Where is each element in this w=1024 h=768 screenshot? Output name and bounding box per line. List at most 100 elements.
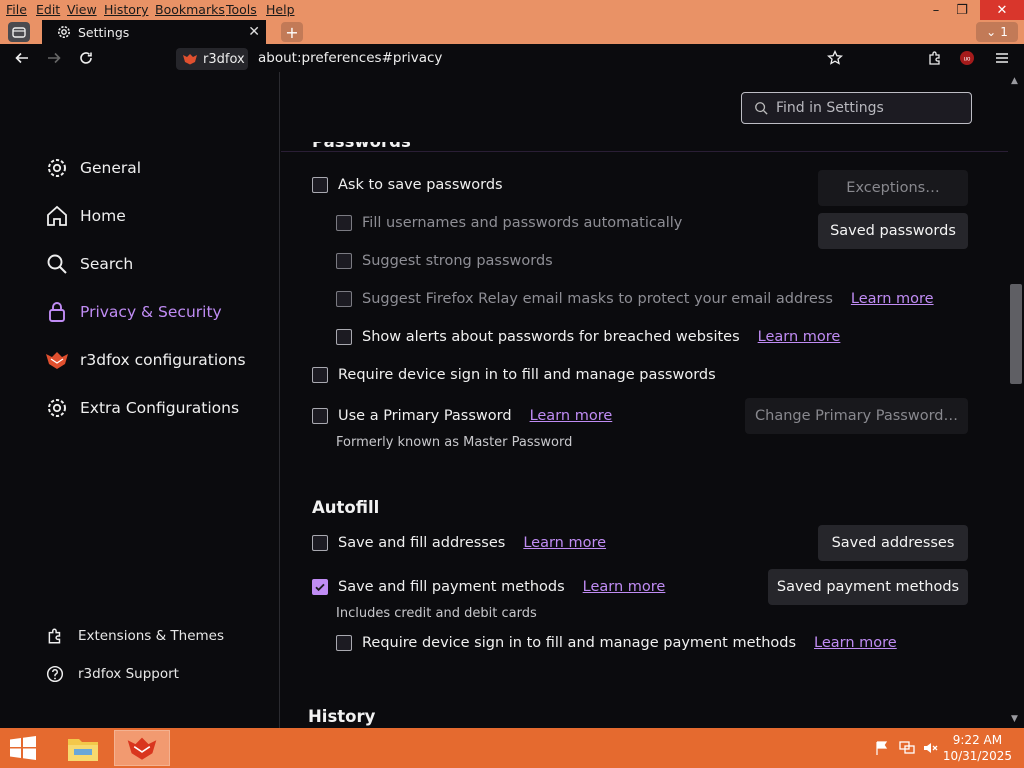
saved-addresses-button[interactable]: Saved addresses: [818, 525, 968, 561]
relay-label[interactable]: Suggest Firefox Relay email masks to pro…: [362, 291, 833, 307]
extensions-button[interactable]: [925, 48, 945, 68]
relay-learn-more-link[interactable]: Learn more: [851, 291, 934, 307]
menu-bar: File Edit View History Bookmarks Tools H…: [0, 0, 1024, 20]
windows-taskbar: 9:22 AM 10/31/2025: [0, 728, 1024, 768]
close-tab-icon[interactable]: ✕: [248, 24, 260, 40]
category-general[interactable]: General: [44, 154, 141, 182]
primary-password-label[interactable]: Use a Primary Password: [338, 408, 512, 424]
ask-save-passwords-label[interactable]: Ask to save passwords: [338, 177, 503, 193]
category-extra-configurations[interactable]: Extra Configurations: [44, 394, 239, 422]
payment-checkbox[interactable]: [312, 579, 328, 595]
home-icon: [44, 203, 70, 229]
addresses-checkbox[interactable]: [312, 535, 328, 551]
search-placeholder: Find in Settings: [776, 100, 884, 116]
addresses-label[interactable]: Save and fill addresses: [338, 535, 505, 551]
addresses-learn-more-link[interactable]: Learn more: [523, 535, 606, 551]
scroll-thumb[interactable]: [1010, 284, 1022, 384]
settings-content: Find in Settings Passwords Ask to save p…: [281, 72, 1008, 728]
support-link[interactable]: r3dfox Support: [46, 665, 179, 683]
puzzle-icon: [929, 51, 940, 65]
fill-auto-row: Fill usernames and passwords automatical…: [336, 215, 682, 231]
volume-muted-icon[interactable]: [922, 740, 938, 759]
scroll-up-icon[interactable]: ▲: [1011, 76, 1018, 86]
payment-label[interactable]: Save and fill payment methods: [338, 579, 565, 595]
breach-alerts-checkbox[interactable]: [336, 329, 352, 345]
identity-label: r3dfox: [203, 51, 245, 67]
primary-password-row: Use a Primary Password Learn more: [312, 408, 612, 424]
close-window-button[interactable]: ✕: [980, 0, 1024, 20]
addresses-row: Save and fill addresses Learn more: [312, 535, 606, 551]
content-scrollbar[interactable]: ▲ ▼: [1008, 72, 1024, 728]
tab-settings[interactable]: Settings ✕: [42, 20, 266, 44]
windows-logo-icon: [10, 736, 36, 760]
r3dfox-task[interactable]: [114, 730, 170, 766]
new-tab-button[interactable]: +: [281, 22, 303, 42]
clock-time: 9:22 AM: [952, 733, 1003, 747]
system-clock[interactable]: 9:22 AM 10/31/2025: [943, 732, 1012, 764]
menu-history[interactable]: History: [104, 2, 148, 17]
fill-auto-checkbox[interactable]: [336, 215, 352, 231]
reload-icon: [80, 52, 92, 64]
device-signin-checkbox[interactable]: [312, 367, 328, 383]
suggest-strong-label[interactable]: Suggest strong passwords: [362, 253, 553, 269]
category-search[interactable]: Search: [44, 250, 133, 278]
change-primary-password-button[interactable]: Change Primary Password…: [745, 398, 968, 434]
network-icon[interactable]: [898, 740, 916, 759]
primary-password-checkbox[interactable]: [312, 408, 328, 424]
fill-auto-label[interactable]: Fill usernames and passwords automatical…: [362, 215, 682, 231]
menu-view[interactable]: View: [67, 2, 97, 17]
help-icon: [46, 665, 64, 683]
category-r3dfox-configurations[interactable]: r3dfox configurations: [44, 346, 246, 374]
payment-device-signin-label[interactable]: Require device sign in to fill and manag…: [362, 635, 796, 651]
breach-alerts-label[interactable]: Show alerts about passwords for breached…: [362, 329, 740, 345]
extensions-themes-link[interactable]: Extensions & Themes: [46, 627, 224, 645]
scroll-down-icon[interactable]: ▼: [1011, 714, 1018, 724]
ask-save-passwords-row: Ask to save passwords: [312, 177, 503, 193]
start-button[interactable]: [8, 736, 40, 762]
list-all-tabs-button[interactable]: ⌄ 1: [976, 22, 1018, 42]
payment-learn-more-link[interactable]: Learn more: [583, 579, 666, 595]
menu-file[interactable]: File: [6, 2, 27, 17]
payment-device-signin-checkbox[interactable]: [336, 635, 352, 651]
category-label: r3dfox configurations: [80, 351, 246, 369]
formerly-master-password-note: Formerly known as Master Password: [336, 435, 573, 450]
bookmark-star-button[interactable]: [825, 48, 845, 68]
exceptions-button[interactable]: Exceptions…: [818, 170, 968, 206]
payment-device-learn-more-link[interactable]: Learn more: [814, 635, 897, 651]
menu-help[interactable]: Help: [266, 2, 295, 17]
primary-learn-more-link[interactable]: Learn more: [530, 408, 613, 424]
reload-button[interactable]: [76, 48, 96, 68]
ask-save-passwords-checkbox[interactable]: [312, 177, 328, 193]
category-label: General: [80, 159, 142, 177]
identity-box[interactable]: r3dfox: [176, 48, 248, 70]
ublock-button[interactable]: uo: [957, 48, 977, 68]
device-signin-row: Require device sign in to fill and manag…: [312, 367, 716, 383]
back-button[interactable]: [12, 48, 32, 68]
tab-strip: Settings ✕ + ⌄ 1: [0, 20, 1024, 44]
find-in-settings-input[interactable]: Find in Settings: [741, 92, 972, 124]
category-home[interactable]: Home: [44, 202, 126, 230]
settings-gear-icon: [58, 26, 70, 38]
menu-edit[interactable]: Edit: [36, 2, 60, 17]
relay-checkbox[interactable]: [336, 291, 352, 307]
menu-tools[interactable]: Tools: [226, 2, 257, 17]
category-privacy[interactable]: Privacy & Security: [44, 298, 222, 326]
forward-arrow-icon: [48, 52, 61, 64]
tab-overview-button[interactable]: [8, 22, 30, 42]
restore-button[interactable]: ❐: [944, 0, 980, 20]
suggest-strong-checkbox[interactable]: [336, 253, 352, 269]
action-center-flag-icon[interactable]: [874, 740, 890, 759]
menu-bookmarks[interactable]: Bookmarks: [155, 2, 225, 17]
forward-button[interactable]: [44, 48, 64, 68]
lock-icon: [44, 299, 70, 325]
payment-row: Save and fill payment methods Learn more: [312, 579, 665, 595]
file-explorer-task[interactable]: [55, 730, 111, 766]
saved-payment-methods-button[interactable]: Saved payment methods: [768, 569, 968, 605]
category-label: Search: [80, 255, 134, 273]
breach-learn-more-link[interactable]: Learn more: [758, 329, 841, 345]
app-menu-button[interactable]: [992, 48, 1012, 68]
device-signin-label[interactable]: Require device sign in to fill and manag…: [338, 367, 716, 383]
saved-passwords-button[interactable]: Saved passwords: [818, 213, 968, 249]
search-icon: [44, 251, 70, 277]
url-bar[interactable]: about:preferences#privacy: [258, 50, 442, 66]
